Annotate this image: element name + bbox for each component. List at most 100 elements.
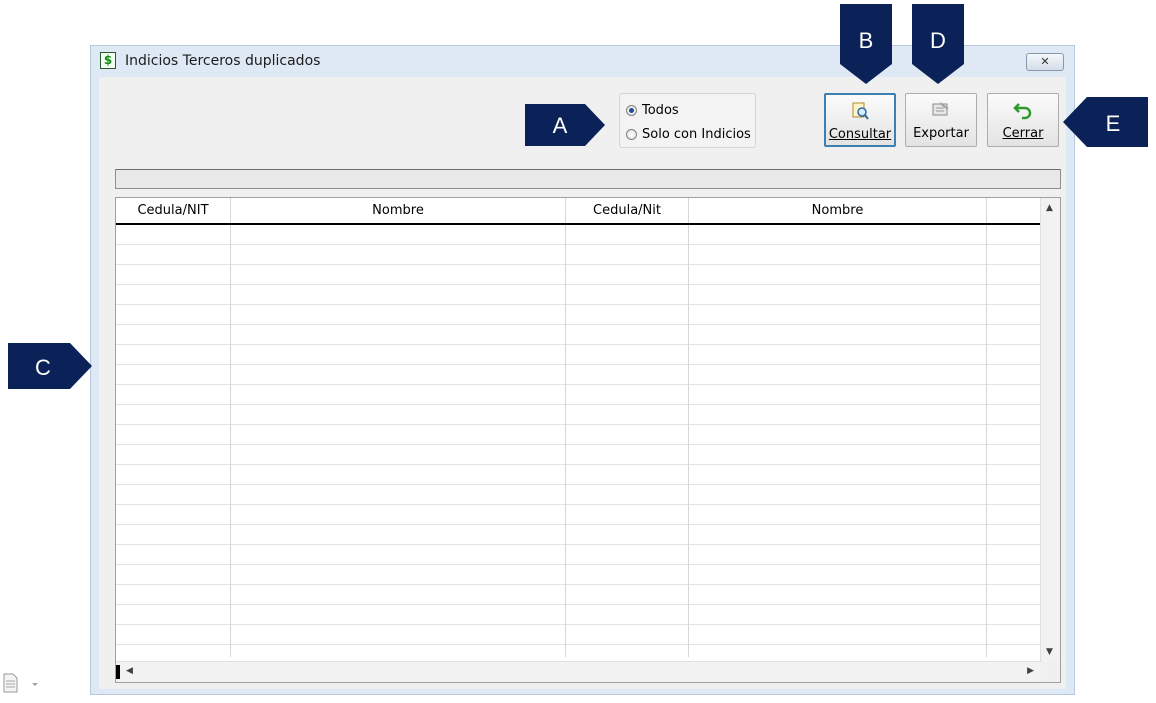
table-cell[interactable]	[987, 585, 1042, 605]
table-cell[interactable]	[231, 485, 566, 505]
scroll-right-icon[interactable]: ▶	[1027, 666, 1034, 676]
table-cell[interactable]	[231, 365, 566, 385]
table-cell[interactable]	[987, 445, 1042, 465]
table-cell[interactable]	[689, 405, 987, 425]
table-cell[interactable]	[566, 645, 689, 657]
table-row[interactable]	[116, 285, 1042, 305]
table-cell[interactable]	[231, 625, 566, 645]
table-cell[interactable]	[116, 265, 231, 285]
table-cell[interactable]	[231, 305, 566, 325]
table-cell[interactable]	[116, 585, 231, 605]
table-cell[interactable]	[116, 485, 231, 505]
table-cell[interactable]	[987, 405, 1042, 425]
table-cell[interactable]	[689, 445, 987, 465]
table-cell[interactable]	[689, 365, 987, 385]
table-cell[interactable]	[987, 365, 1042, 385]
table-row[interactable]	[116, 525, 1042, 545]
table-cell[interactable]	[566, 225, 689, 245]
table-cell[interactable]	[987, 465, 1042, 485]
table-row[interactable]	[116, 325, 1042, 345]
table-row[interactable]	[116, 565, 1042, 585]
horizontal-scrollbar[interactable]: ◀ ▶	[116, 661, 1042, 682]
table-row[interactable]	[116, 645, 1042, 657]
table-row[interactable]	[116, 545, 1042, 565]
table-cell[interactable]	[116, 605, 231, 625]
table-row[interactable]	[116, 445, 1042, 465]
table-cell[interactable]	[566, 345, 689, 365]
table-cell[interactable]	[987, 305, 1042, 325]
table-cell[interactable]	[116, 505, 231, 525]
table-cell[interactable]	[566, 605, 689, 625]
table-cell[interactable]	[987, 265, 1042, 285]
table-cell[interactable]	[231, 325, 566, 345]
table-cell[interactable]	[231, 545, 566, 565]
table-cell[interactable]	[987, 525, 1042, 545]
table-cell[interactable]	[116, 405, 231, 425]
table-cell[interactable]	[689, 345, 987, 365]
table-cell[interactable]	[689, 625, 987, 645]
table-cell[interactable]	[689, 485, 987, 505]
table-cell[interactable]	[566, 545, 689, 565]
scroll-left-icon[interactable]: ◀	[126, 666, 133, 676]
table-cell[interactable]	[689, 425, 987, 445]
table-cell[interactable]	[231, 465, 566, 485]
table-cell[interactable]	[116, 445, 231, 465]
table-row[interactable]	[116, 485, 1042, 505]
scroll-up-icon[interactable]: ▲	[1046, 203, 1053, 213]
table-cell[interactable]	[116, 565, 231, 585]
table-cell[interactable]	[116, 425, 231, 445]
table-cell[interactable]	[689, 465, 987, 485]
table-row[interactable]	[116, 245, 1042, 265]
table-row[interactable]	[116, 365, 1042, 385]
table-cell[interactable]	[231, 645, 566, 657]
table-cell[interactable]	[987, 645, 1042, 657]
scroll-down-icon[interactable]: ▼	[1046, 647, 1053, 657]
table-cell[interactable]	[231, 285, 566, 305]
table-cell[interactable]	[566, 305, 689, 325]
table-cell[interactable]	[987, 345, 1042, 365]
column-header-nombre[interactable]: Nombre	[231, 198, 566, 223]
table-cell[interactable]	[116, 225, 231, 245]
table-cell[interactable]	[116, 645, 231, 657]
table-cell[interactable]	[231, 405, 566, 425]
exportar-button[interactable]: Exportar	[905, 93, 977, 147]
table-cell[interactable]	[689, 385, 987, 405]
table-cell[interactable]	[987, 325, 1042, 345]
table-cell[interactable]	[116, 385, 231, 405]
table-cell[interactable]	[689, 285, 987, 305]
table-cell[interactable]	[116, 525, 231, 545]
table-cell[interactable]	[566, 505, 689, 525]
table-cell[interactable]	[566, 245, 689, 265]
close-button[interactable]: ✕	[1026, 53, 1064, 71]
document-menu-icon[interactable]	[2, 672, 44, 694]
table-cell[interactable]	[566, 265, 689, 285]
radio-solo-con-indicios[interactable]: Solo con Indicios	[626, 125, 751, 143]
table-cell[interactable]	[566, 625, 689, 645]
table-cell[interactable]	[116, 325, 231, 345]
table-cell[interactable]	[689, 645, 987, 657]
table-row[interactable]	[116, 465, 1042, 485]
table-row[interactable]	[116, 225, 1042, 245]
table-cell[interactable]	[231, 385, 566, 405]
table-cell[interactable]	[116, 345, 231, 365]
table-cell[interactable]	[566, 365, 689, 385]
table-cell[interactable]	[231, 225, 566, 245]
table-cell[interactable]	[231, 565, 566, 585]
table-row[interactable]	[116, 385, 1042, 405]
radio-todos[interactable]: Todos	[626, 101, 679, 119]
table-row[interactable]	[116, 345, 1042, 365]
table-cell[interactable]	[987, 425, 1042, 445]
consultar-button[interactable]: Consultar	[824, 93, 896, 147]
table-cell[interactable]	[231, 265, 566, 285]
table-cell[interactable]	[987, 285, 1042, 305]
table-cell[interactable]	[116, 245, 231, 265]
vertical-scrollbar[interactable]: ▲ ▼	[1040, 198, 1060, 663]
table-cell[interactable]	[116, 285, 231, 305]
table-cell[interactable]	[231, 445, 566, 465]
table-cell[interactable]	[987, 565, 1042, 585]
table-cell[interactable]	[231, 585, 566, 605]
table-cell[interactable]	[987, 625, 1042, 645]
column-header-cedula-nit[interactable]: Cedula/NIT	[116, 198, 231, 223]
table-row[interactable]	[116, 405, 1042, 425]
table-cell[interactable]	[689, 585, 987, 605]
